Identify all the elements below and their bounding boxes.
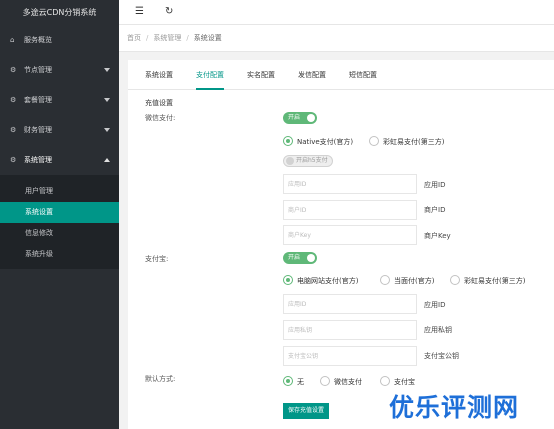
menu-icon[interactable]: ☰ bbox=[135, 6, 144, 17]
sidebar-item-packages[interactable]: ⚙ 套餐管理 bbox=[0, 85, 119, 115]
radio-alipay-face[interactable]: 当面付(官方) bbox=[380, 275, 435, 286]
switch-label: 开启h5支付 bbox=[296, 157, 328, 164]
chevron-down-icon bbox=[104, 68, 110, 72]
wechat-key-label: 商户Key bbox=[424, 232, 451, 240]
alipay-appid-label: 应用ID bbox=[424, 301, 446, 309]
sidebar-submenu: 用户管理 系统设置 信息修改 系统升级 bbox=[0, 175, 119, 269]
sidebar-item-overview[interactable]: ⌂ 服务概览 bbox=[0, 25, 119, 55]
radio-circle bbox=[450, 275, 460, 285]
sidebar-item-finance[interactable]: ⚙ 财务管理 bbox=[0, 115, 119, 145]
sidebar-subitem-profile[interactable]: 信息修改 bbox=[0, 223, 119, 244]
radio-circle bbox=[369, 136, 379, 146]
sidebar-item-label: 套餐管理 bbox=[24, 96, 52, 104]
app-title: 多途云CDN分销系统 bbox=[0, 0, 119, 25]
alipay-switch[interactable]: 开启 bbox=[283, 252, 317, 264]
radio-circle bbox=[320, 376, 330, 386]
breadcrumb-home[interactable]: 首页 bbox=[127, 34, 141, 42]
wechat-appid-label: 应用ID bbox=[424, 181, 446, 189]
gear-icon: ⚙ bbox=[10, 156, 17, 164]
default-method-label: 默认方式: bbox=[145, 375, 176, 383]
alipay-label: 支付宝: bbox=[145, 255, 169, 263]
sidebar-item-label: 服务概览 bbox=[24, 36, 52, 44]
radio-label: 彩虹易支付(第三方) bbox=[383, 138, 445, 146]
tab-system-settings[interactable]: 系统设置 bbox=[145, 70, 173, 90]
wechat-mchid-input[interactable] bbox=[283, 200, 417, 220]
alipay-pubkey-label: 支付宝公钥 bbox=[424, 352, 459, 360]
wechat-h5-switch[interactable]: 开启h5支付 bbox=[283, 155, 333, 167]
radio-alipay-third[interactable]: 彩虹易支付(第三方) bbox=[450, 275, 526, 286]
sidebar-subitem-users[interactable]: 用户管理 bbox=[0, 181, 119, 202]
radio-circle bbox=[380, 275, 390, 285]
radio-wechat-native[interactable]: Native支付(官方) bbox=[283, 136, 354, 147]
gear-icon: ⚙ bbox=[10, 126, 17, 134]
radio-label: 无 bbox=[297, 378, 304, 386]
save-recharge-settings-button[interactable]: 保存充值设置 bbox=[283, 403, 330, 419]
breadcrumb-section[interactable]: 系统管理 bbox=[153, 34, 181, 42]
sidebar-item-label: 系统管理 bbox=[24, 156, 52, 164]
sidebar-item-system[interactable]: ⚙ 系统管理 bbox=[0, 145, 119, 175]
chevron-up-icon bbox=[104, 158, 110, 162]
radio-label: 电脑网站支付(官方) bbox=[297, 277, 359, 285]
radio-circle bbox=[283, 275, 293, 285]
breadcrumb-current: 系统设置 bbox=[193, 34, 222, 42]
wechat-pay-switch[interactable]: 开启 bbox=[283, 112, 317, 124]
tab-bar: 系统设置 支付配置 实名配置 发信配置 短信配置 bbox=[128, 60, 554, 90]
radio-label: 彩虹易支付(第三方) bbox=[464, 277, 526, 285]
radio-circle bbox=[283, 136, 293, 146]
wechat-mchid-label: 商户ID bbox=[424, 206, 446, 214]
switch-knob bbox=[286, 157, 294, 165]
radio-alipay-web[interactable]: 电脑网站支付(官方) bbox=[283, 275, 359, 286]
switch-knob bbox=[307, 254, 315, 262]
gear-icon: ⚙ bbox=[10, 66, 17, 74]
sidebar-item-label: 节点管理 bbox=[24, 66, 52, 74]
chevron-down-icon bbox=[104, 128, 110, 132]
radio-default-none[interactable]: 无 bbox=[283, 376, 304, 387]
alipay-privkey-label: 应用私钥 bbox=[424, 326, 452, 334]
tab-email-config[interactable]: 发信配置 bbox=[298, 70, 326, 90]
breadcrumb-separator: / bbox=[186, 34, 189, 42]
radio-label: 支付宝 bbox=[394, 378, 415, 386]
radio-default-alipay[interactable]: 支付宝 bbox=[380, 376, 415, 387]
wechat-appid-input[interactable] bbox=[283, 174, 417, 194]
tab-realname-config[interactable]: 实名配置 bbox=[247, 70, 275, 90]
sidebar-subitem-settings[interactable]: 系统设置 bbox=[0, 202, 119, 223]
sidebar-item-label: 财务管理 bbox=[24, 126, 52, 134]
switch-knob bbox=[307, 114, 315, 122]
wechat-pay-label: 微信支付: bbox=[145, 114, 176, 122]
home-icon: ⌂ bbox=[10, 36, 15, 44]
section-title: 充值设置 bbox=[145, 99, 173, 107]
tab-payment-config[interactable]: 支付配置 bbox=[196, 70, 224, 90]
switch-label: 开启 bbox=[288, 254, 301, 261]
watermark-text: 优乐评测网 bbox=[389, 393, 520, 422]
radio-label: 当面付(官方) bbox=[394, 277, 435, 285]
breadcrumb: 首页 / 系统管理 / 系统设置 bbox=[119, 25, 554, 52]
refresh-icon[interactable]: ↻ bbox=[165, 6, 173, 17]
radio-label: Native支付(官方) bbox=[297, 138, 354, 146]
radio-wechat-third[interactable]: 彩虹易支付(第三方) bbox=[369, 136, 445, 147]
radio-circle bbox=[283, 376, 293, 386]
chevron-down-icon bbox=[104, 98, 110, 102]
settings-card: 系统设置 支付配置 实名配置 发信配置 短信配置 充值设置 微信支付: 开启 N… bbox=[128, 60, 554, 429]
wechat-key-input[interactable] bbox=[283, 225, 417, 245]
sidebar-subitem-upgrade[interactable]: 系统升级 bbox=[0, 244, 119, 265]
breadcrumb-separator: / bbox=[146, 34, 149, 42]
radio-default-wechat[interactable]: 微信支付 bbox=[320, 376, 362, 387]
switch-label: 开启 bbox=[288, 114, 301, 121]
sidebar: 多途云CDN分销系统 ⌂ 服务概览 ⚙ 节点管理 ⚙ 套餐管理 ⚙ 财务管理 ⚙ 系统管理… bbox=[0, 0, 119, 429]
top-bar: ☰ ↻ bbox=[119, 0, 554, 25]
tab-sms-config[interactable]: 短信配置 bbox=[349, 70, 377, 90]
radio-label: 微信支付 bbox=[334, 378, 362, 386]
sidebar-item-nodes[interactable]: ⚙ 节点管理 bbox=[0, 55, 119, 85]
alipay-pubkey-input[interactable] bbox=[283, 346, 417, 366]
radio-circle bbox=[380, 376, 390, 386]
alipay-privkey-input[interactable] bbox=[283, 320, 417, 340]
alipay-appid-input[interactable] bbox=[283, 294, 417, 314]
gear-icon: ⚙ bbox=[10, 96, 17, 104]
